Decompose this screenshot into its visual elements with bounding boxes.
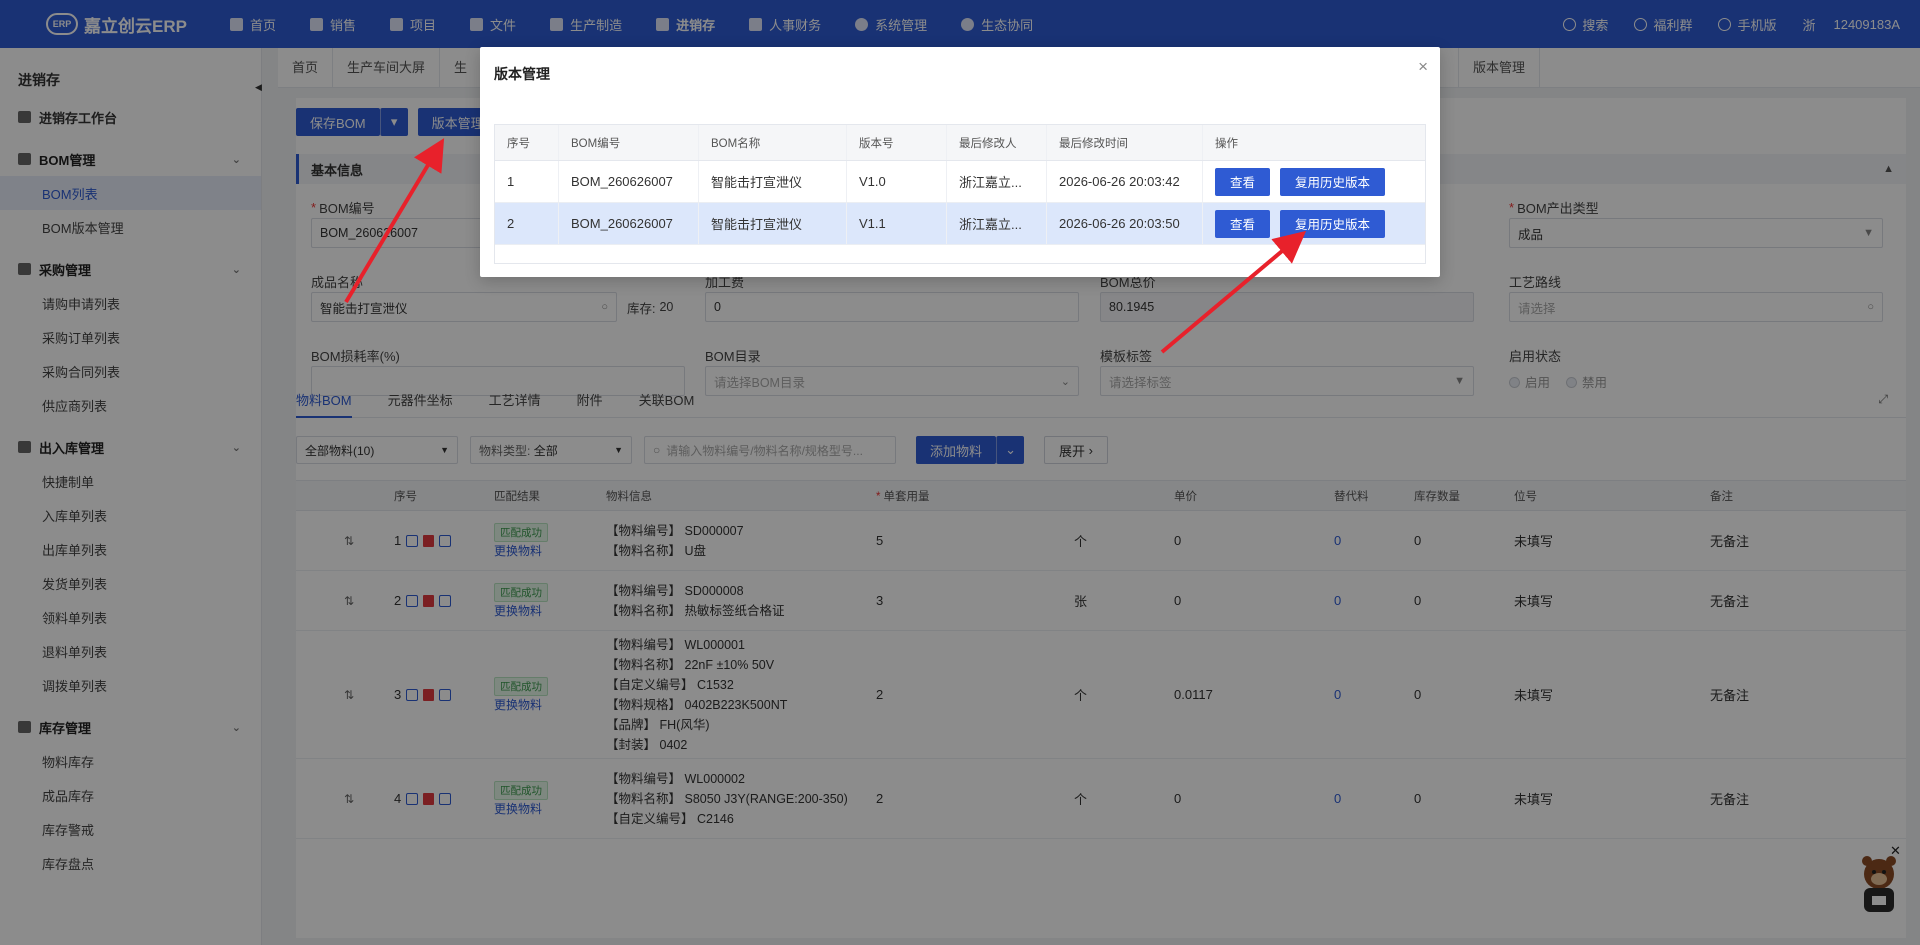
col-header: 序号 <box>495 125 559 160</box>
version-modifier: 浙江嘉立... <box>947 161 1047 202</box>
version-no: 2 <box>495 203 559 244</box>
col-header: 操作 <box>1215 137 1238 150</box>
reuse-version-button[interactable]: 复用历史版本 <box>1280 209 1386 238</box>
version-modifier: 浙江嘉立... <box>947 203 1047 244</box>
view-version-button[interactable]: 查看 <box>1215 209 1271 238</box>
version-mgmt-dialog: 版本管理 × 序号 BOM编号 BOM名称 版本号 最后修改人 最后修改时间 操… <box>480 47 1440 277</box>
version-number: V1.0 <box>847 161 947 202</box>
version-bom-name: 智能击打宣泄仪 <box>699 203 847 244</box>
col-header: BOM编号 <box>559 125 699 160</box>
version-time: 2026-06-26 20:03:42 <box>1047 161 1203 202</box>
view-version-button[interactable]: 查看 <box>1215 167 1271 196</box>
version-bom-name: 智能击打宣泄仪 <box>699 161 847 202</box>
col-header: 最后修改人 <box>947 125 1047 160</box>
col-header: 版本号 <box>847 125 947 160</box>
version-time: 2026-06-26 20:03:50 <box>1047 203 1203 244</box>
version-bom-no: BOM_260626007 <box>559 161 699 202</box>
col-header: BOM名称 <box>699 125 847 160</box>
close-icon[interactable]: × <box>1418 57 1428 77</box>
dialog-title: 版本管理 <box>494 66 550 82</box>
version-bom-no: BOM_260626007 <box>559 203 699 244</box>
reuse-version-button[interactable]: 复用历史版本 <box>1280 167 1386 196</box>
version-row[interactable]: 1 BOM_260626007 智能击打宣泄仪 V1.0 浙江嘉立... 2026-06-… <box>495 161 1425 203</box>
version-table-body: 1 BOM_260626007 智能击打宣泄仪 V1.0 浙江嘉立... 2026-06-… <box>495 161 1425 245</box>
version-no: 1 <box>495 161 559 202</box>
version-table: 序号 BOM编号 BOM名称 版本号 最后修改人 最后修改时间 操作 1 BOM_… <box>494 124 1426 264</box>
version-actions: 查看 复用历史版本 <box>1203 203 1425 244</box>
version-actions: 查看 复用历史版本 <box>1203 161 1425 202</box>
version-row[interactable]: 2 BOM_260626007 智能击打宣泄仪 V1.1 浙江嘉立... 2026-06-… <box>495 203 1425 245</box>
col-header: 最后修改时间 <box>1047 125 1203 160</box>
version-table-header: 序号 BOM编号 BOM名称 版本号 最后修改人 最后修改时间 操作 <box>495 125 1425 161</box>
version-number: V1.1 <box>847 203 947 244</box>
